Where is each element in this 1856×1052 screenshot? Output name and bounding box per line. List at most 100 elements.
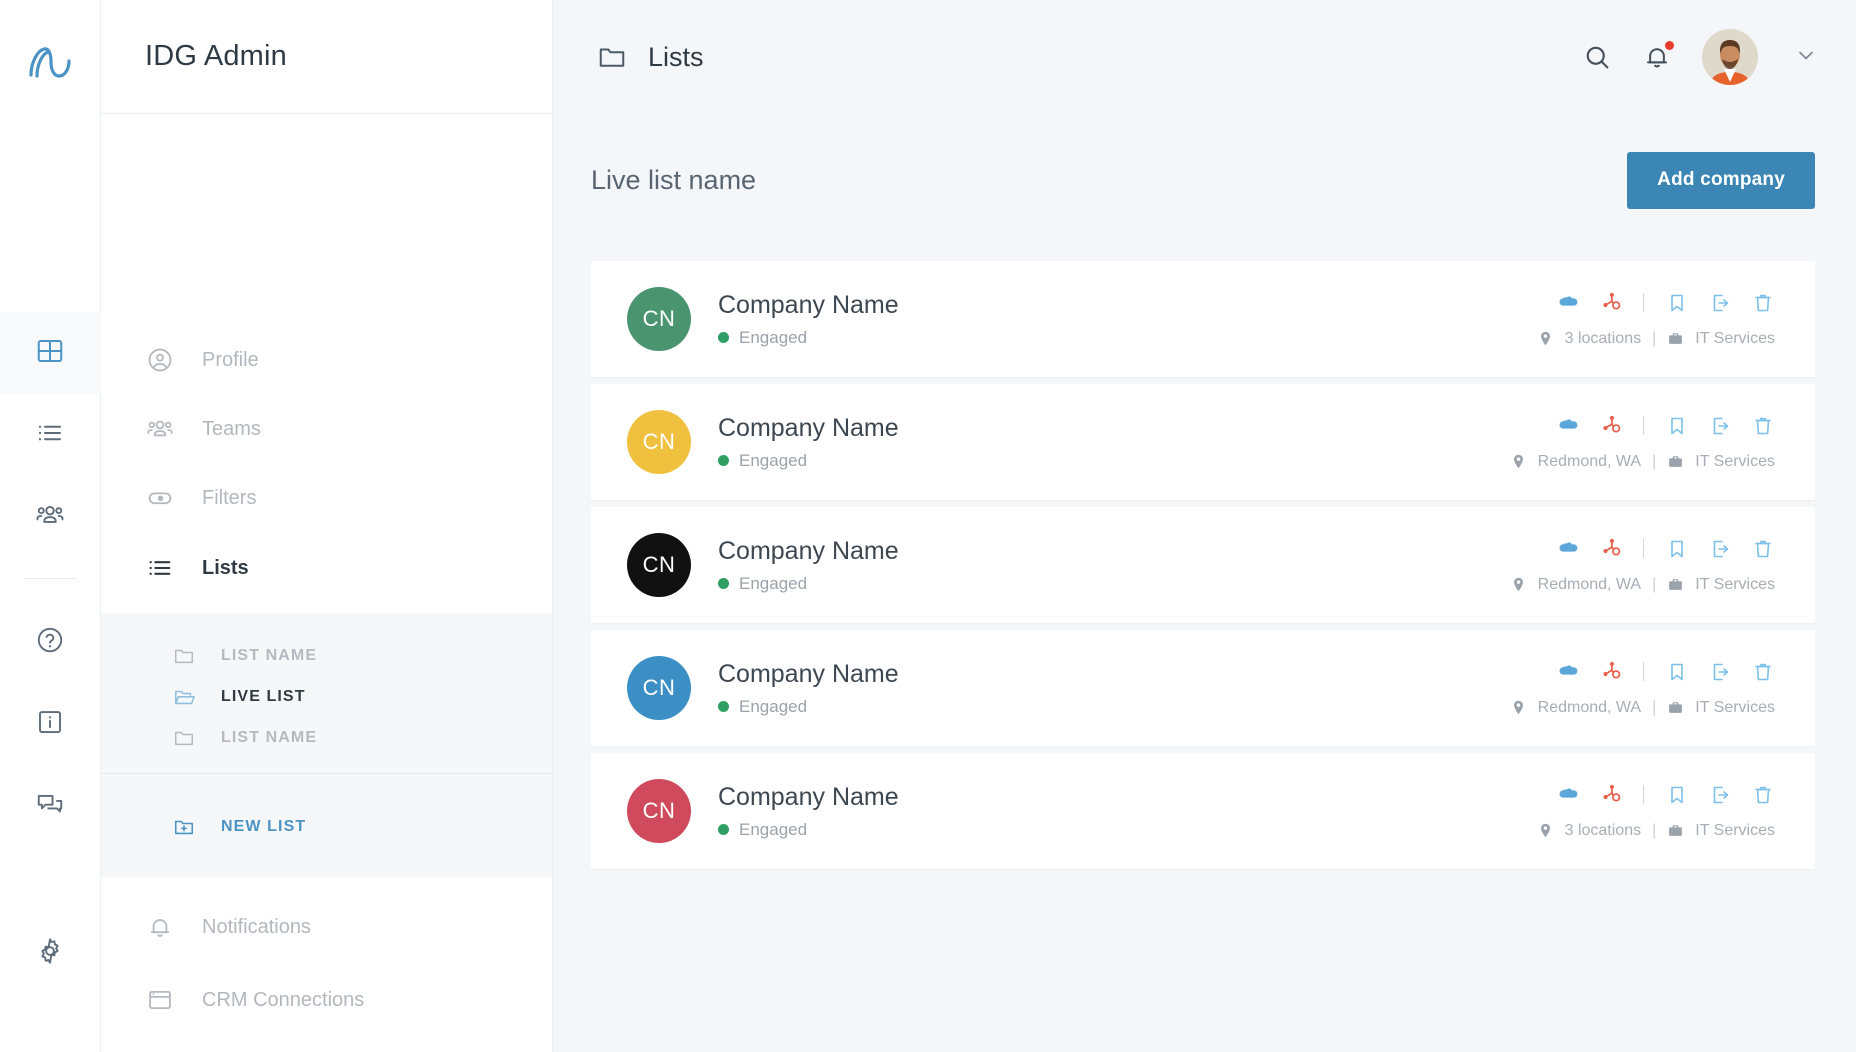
trash-icon[interactable] xyxy=(1751,783,1775,807)
salesforce-cloud-icon[interactable] xyxy=(1557,291,1581,315)
status-label: Engaged xyxy=(739,573,808,593)
salesforce-cloud-icon[interactable] xyxy=(1557,783,1581,807)
trash-icon[interactable] xyxy=(1751,537,1775,561)
sidebar-item-crm-connections[interactable]: CRM Connections xyxy=(101,972,552,1028)
action-divider xyxy=(1643,539,1644,558)
export-icon[interactable] xyxy=(1708,291,1732,315)
export-icon[interactable] xyxy=(1708,537,1732,561)
rail-item-chat[interactable] xyxy=(0,765,101,847)
briefcase-icon xyxy=(1667,330,1684,347)
status-badge: Engaged xyxy=(718,574,899,594)
row-meta: Redmond, WA | IT Services xyxy=(1510,699,1775,717)
sidebar-item-filters[interactable]: Filters xyxy=(101,470,552,526)
notifications-bell-icon[interactable] xyxy=(1642,41,1674,72)
sidebar-sublist-divider xyxy=(101,773,552,774)
status-badge: Engaged xyxy=(718,697,899,717)
company-name: Company Name xyxy=(718,290,899,319)
sidebar-item-teams[interactable]: Teams xyxy=(101,401,552,457)
rail-item-info[interactable] xyxy=(0,683,101,765)
sidebar-item-lists[interactable]: Lists xyxy=(101,540,552,596)
rail-item-grid[interactable] xyxy=(0,312,101,394)
bookmark-icon[interactable] xyxy=(1665,783,1689,807)
people-icon xyxy=(35,500,65,535)
row-right: Redmond, WA | IT Services xyxy=(1510,537,1775,594)
trash-icon[interactable] xyxy=(1751,291,1775,315)
hubspot-icon[interactable] xyxy=(1600,661,1622,683)
hubspot-icon[interactable] xyxy=(1600,538,1622,560)
status-badge: Engaged xyxy=(718,820,899,840)
company-initials: CN xyxy=(642,798,676,823)
sidebar-sublist-item-live[interactable]: LIVE LIST xyxy=(101,676,552,717)
rail-item-help[interactable] xyxy=(0,601,101,683)
salesforce-cloud-icon[interactable] xyxy=(1557,660,1581,684)
status-dot-icon xyxy=(718,701,729,712)
sidebar-item-label: Lists xyxy=(202,556,249,579)
sidebar-item-label: Notifications xyxy=(202,915,311,938)
search-icon[interactable] xyxy=(1582,42,1612,72)
industry-label: IT Services xyxy=(1695,575,1775,593)
map-pin-icon xyxy=(1537,822,1554,839)
map-pin-icon xyxy=(1510,576,1527,593)
icon-rail xyxy=(0,0,101,1052)
sidebar-header: IDG Admin xyxy=(101,0,552,114)
bookmark-icon[interactable] xyxy=(1665,414,1689,438)
row-meta: Redmond, WA | IT Services xyxy=(1510,453,1775,471)
table-row[interactable]: CN Company Name Engaged xyxy=(591,753,1815,870)
bookmark-icon[interactable] xyxy=(1665,660,1689,684)
company-avatar: CN xyxy=(627,533,691,597)
export-icon[interactable] xyxy=(1708,783,1732,807)
table-row[interactable]: CN Company Name Engaged xyxy=(591,507,1815,624)
add-company-button[interactable]: Add company xyxy=(1627,151,1815,209)
people-icon xyxy=(145,414,175,444)
toggle-icon xyxy=(145,483,175,513)
hubspot-icon[interactable] xyxy=(1600,292,1622,314)
status-label: Engaged xyxy=(739,450,808,470)
salesforce-cloud-icon[interactable] xyxy=(1557,414,1581,438)
list-header: Live list name Add company xyxy=(591,147,1815,213)
brand-logo-icon[interactable] xyxy=(22,34,78,90)
rail-item-people[interactable] xyxy=(0,476,101,558)
sidebar-new-list-button[interactable]: NEW LIST xyxy=(101,806,552,847)
row-actions xyxy=(1557,660,1775,684)
meta-divider: | xyxy=(1652,329,1657,347)
company-avatar: CN xyxy=(627,656,691,720)
bookmark-icon[interactable] xyxy=(1665,537,1689,561)
salesforce-cloud-icon[interactable] xyxy=(1557,537,1581,561)
company-initials: CN xyxy=(642,429,676,454)
sidebar-item-notifications[interactable]: Notifications xyxy=(101,899,552,955)
table-row[interactable]: CN Company Name Engaged xyxy=(591,630,1815,747)
status-badge: Engaged xyxy=(718,328,899,348)
table-row[interactable]: CN Company Name Engaged xyxy=(591,384,1815,501)
hubspot-icon[interactable] xyxy=(1600,415,1622,437)
sidebar-body: Profile Teams Filters Lists LIST NAME LI… xyxy=(101,114,552,1052)
hubspot-icon[interactable] xyxy=(1600,784,1622,806)
company-name: Company Name xyxy=(718,536,899,565)
company-identity: CN Company Name Engaged xyxy=(627,410,899,474)
sidebar-item-profile[interactable]: Profile xyxy=(101,332,552,388)
export-icon[interactable] xyxy=(1708,660,1732,684)
avatar[interactable] xyxy=(1702,29,1758,85)
sidebar-newlist-panel: NEW LIST xyxy=(101,784,552,877)
bookmark-icon[interactable] xyxy=(1665,291,1689,315)
industry-label: IT Services xyxy=(1695,329,1775,347)
row-right: Redmond, WA | IT Services xyxy=(1510,660,1775,717)
help-circle-icon xyxy=(35,625,65,660)
sidebar-sublist-item[interactable]: LIST NAME xyxy=(101,635,552,676)
rail-item-list[interactable] xyxy=(0,394,101,476)
meta-divider: | xyxy=(1652,698,1657,716)
export-icon[interactable] xyxy=(1708,414,1732,438)
chevron-down-icon[interactable] xyxy=(1794,43,1818,72)
row-meta: 3 locations | IT Services xyxy=(1537,330,1775,348)
folder-icon xyxy=(173,645,195,667)
trash-icon[interactable] xyxy=(1751,660,1775,684)
rail-item-settings[interactable] xyxy=(0,912,101,994)
table-row[interactable]: CN Company Name Engaged xyxy=(591,261,1815,378)
company-initials: CN xyxy=(642,552,676,577)
company-initials: CN xyxy=(642,675,676,700)
topbar: Lists xyxy=(553,0,1856,114)
sidebar-item-label: Teams xyxy=(202,417,261,440)
trash-icon[interactable] xyxy=(1751,414,1775,438)
sidebar-sublist-item[interactable]: LIST NAME xyxy=(101,717,552,758)
map-pin-icon xyxy=(1510,699,1527,716)
row-meta: 3 locations | IT Services xyxy=(1537,822,1775,840)
